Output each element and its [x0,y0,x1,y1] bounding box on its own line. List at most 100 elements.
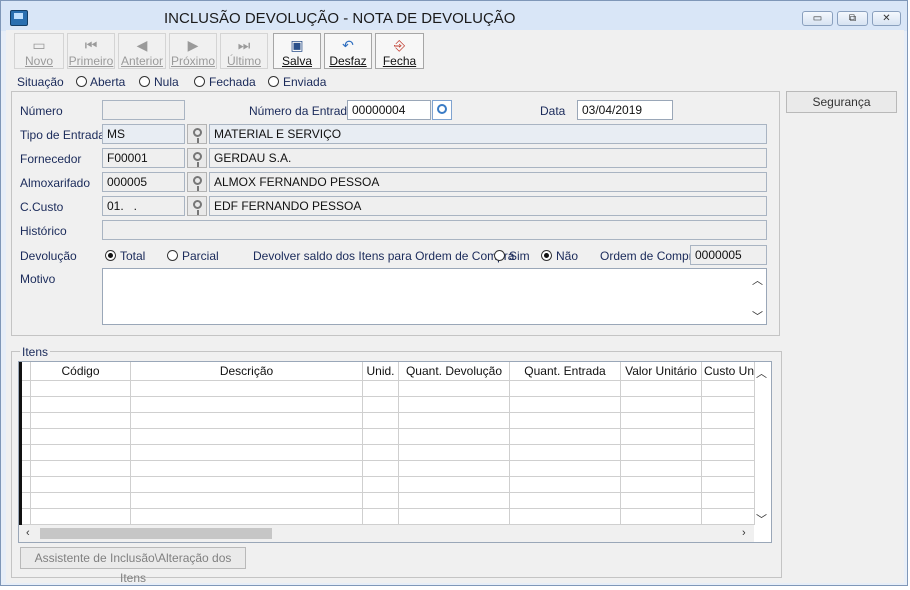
fecha-button[interactable]: ⎆ Fecha [375,33,424,69]
table-cell[interactable] [362,444,399,461]
table-cell[interactable] [701,396,755,413]
table-row[interactable] [19,380,755,397]
ultimo-button[interactable]: ⏭ Último [220,33,268,69]
ccusto-lookup-button[interactable] [187,196,207,216]
table-cell[interactable] [362,508,399,525]
table-cell[interactable] [509,460,621,477]
table-cell[interactable] [509,396,621,413]
table-row[interactable] [19,428,755,445]
table-cell[interactable] [362,492,399,509]
table-cell[interactable] [130,428,363,445]
table-cell[interactable] [398,508,510,525]
search-entrada-button[interactable] [432,100,452,120]
tipo-entrada-code-field[interactable]: MS [102,124,185,144]
table-cell[interactable] [398,492,510,509]
fornecedor-code-field[interactable]: F00001 [102,148,185,168]
salva-button[interactable]: ▣ Salva [273,33,321,69]
numero-entrada-field[interactable]: 00000004 [347,100,431,120]
table-cell[interactable] [30,412,131,429]
table-cell[interactable] [701,476,755,493]
col-codigo[interactable]: Código [30,362,131,381]
table-cell[interactable] [362,396,399,413]
table-row[interactable] [19,460,755,477]
grid-scroll-up-icon[interactable]: ︿ [756,365,767,381]
table-cell[interactable] [130,444,363,461]
assistente-button[interactable]: Assistente de Inclusão\Alteração dos Ite… [20,547,246,585]
table-row[interactable] [19,396,755,413]
devolver-sim-radio[interactable] [494,250,505,261]
col-valor-unitario[interactable]: Valor Unitário [620,362,702,381]
table-cell[interactable] [620,508,702,525]
table-cell[interactable] [701,460,755,477]
ordem-compra-field[interactable]: 0000005 [690,245,767,265]
table-cell[interactable] [130,508,363,525]
table-cell[interactable] [620,492,702,509]
proximo-button[interactable]: ▶ Próximo [169,33,217,69]
situacao-enviada-radio[interactable] [268,76,279,87]
almoxarifado-code-field[interactable]: 000005 [102,172,185,192]
col-descricao[interactable]: Descrição [130,362,363,381]
grid-scroll-right-icon[interactable]: › [742,527,746,539]
table-cell[interactable] [30,476,131,493]
table-cell[interactable] [620,412,702,429]
table-cell[interactable] [398,444,510,461]
table-cell[interactable] [620,476,702,493]
table-cell[interactable] [30,508,131,525]
table-cell[interactable] [30,380,131,397]
table-cell[interactable] [398,428,510,445]
table-row[interactable] [19,476,755,493]
table-cell[interactable] [362,460,399,477]
col-quant-devolucao[interactable]: Quant. Devolução [398,362,510,381]
table-cell[interactable] [398,396,510,413]
anterior-button[interactable]: ◀ Anterior [118,33,166,69]
col-quant-entrada[interactable]: Quant. Entrada [509,362,621,381]
col-custo-unitario[interactable]: Custo Unitá [701,362,755,381]
table-row[interactable] [19,412,755,429]
minimize-button[interactable]: ▭ [802,11,833,26]
devolucao-total-radio[interactable] [105,250,116,261]
title-bar[interactable]: INCLUSÃO DEVOLUÇÃO - NOTA DE DEVOLUÇÃO ▭… [1,1,907,31]
ccusto-code-field[interactable]: 01. . [102,196,185,216]
grid-scroll-left-icon[interactable]: ‹ [26,527,30,539]
table-cell[interactable] [509,428,621,445]
situacao-fechada-radio[interactable] [194,76,205,87]
table-cell[interactable] [30,396,131,413]
table-cell[interactable] [509,412,621,429]
grid-hscroll-thumb[interactable] [40,528,272,539]
table-cell[interactable] [701,492,755,509]
table-cell[interactable] [701,380,755,397]
devolucao-parcial-radio[interactable] [167,250,178,261]
table-cell[interactable] [509,508,621,525]
close-button[interactable]: ✕ [872,11,901,26]
table-cell[interactable] [509,492,621,509]
table-cell[interactable] [130,380,363,397]
table-cell[interactable] [701,444,755,461]
table-cell[interactable] [130,412,363,429]
motivo-textarea[interactable] [102,268,767,325]
table-cell[interactable] [509,380,621,397]
table-cell[interactable] [398,460,510,477]
table-cell[interactable] [701,428,755,445]
table-cell[interactable] [130,476,363,493]
motivo-scroll-up-icon[interactable]: ︿ [752,272,763,288]
table-cell[interactable] [620,460,702,477]
motivo-scroll-down-icon[interactable]: ﹀ [752,308,763,324]
table-cell[interactable] [509,476,621,493]
seguranca-button[interactable]: Segurança [786,91,897,113]
table-cell[interactable] [130,460,363,477]
table-cell[interactable] [701,412,755,429]
table-cell[interactable] [701,508,755,525]
fornecedor-lookup-button[interactable] [187,148,207,168]
table-cell[interactable] [362,476,399,493]
grid-scroll-down-icon[interactable]: ﹀ [756,511,767,527]
table-cell[interactable] [620,444,702,461]
situacao-nula-radio[interactable] [139,76,150,87]
numero-field[interactable] [102,100,185,120]
tipo-entrada-lookup-button[interactable] [187,124,207,144]
itens-grid[interactable]: Código Descrição Unid. Quant. Devolução … [19,362,755,525]
table-cell[interactable] [362,428,399,445]
table-cell[interactable] [509,444,621,461]
table-cell[interactable] [620,380,702,397]
table-row[interactable] [19,444,755,461]
devolver-nao-radio[interactable] [541,250,552,261]
